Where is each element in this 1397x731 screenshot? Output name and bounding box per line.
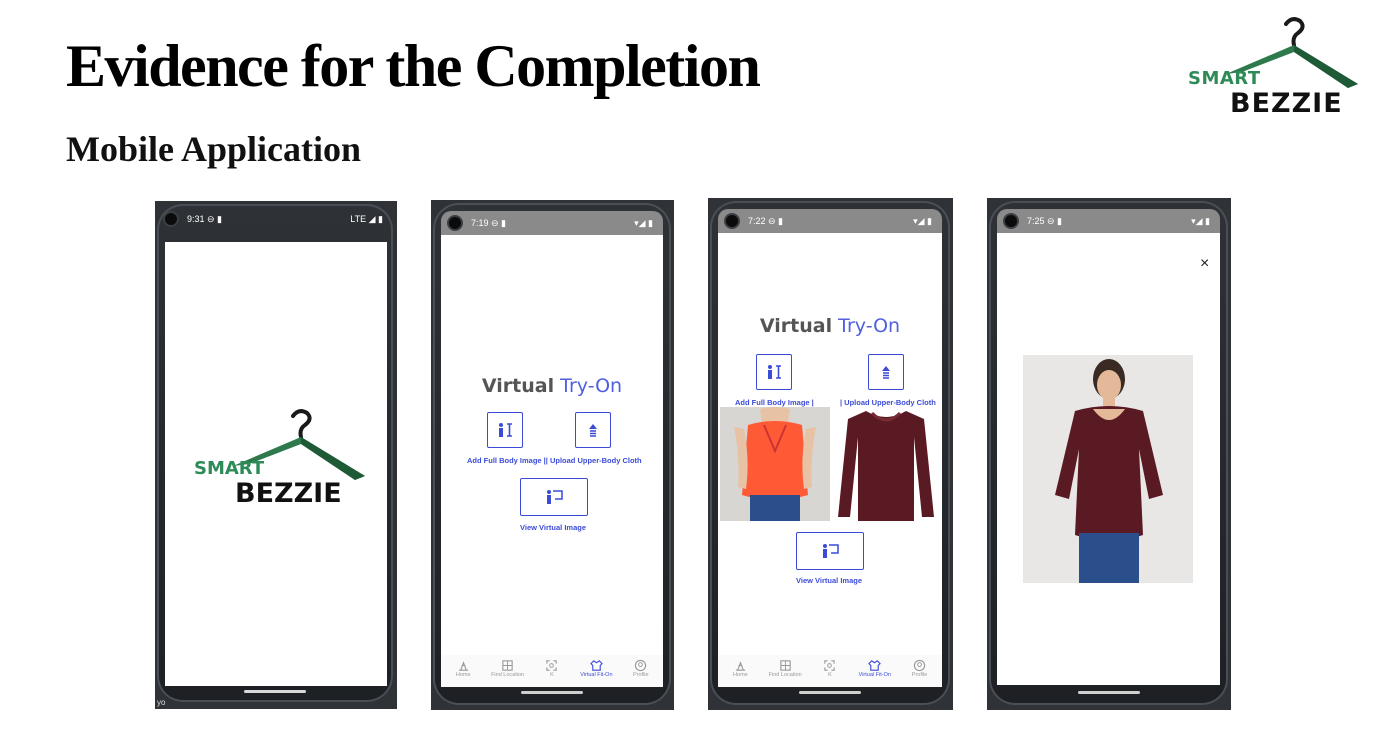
view-virtual-image-button[interactable]	[520, 478, 588, 516]
status-indicators: ▾◢ ▮	[913, 215, 932, 226]
nav-home[interactable]: Home	[721, 659, 759, 678]
profile-icon	[913, 659, 926, 672]
body-icon	[499, 423, 512, 437]
splash-logo-smart: SMART	[194, 458, 265, 479]
status-time: 7:19 ⊖ ▮	[471, 217, 507, 228]
home-icon	[735, 661, 746, 671]
bottom-nav: Home Find Location K Virtual Fit-On Prof…	[718, 655, 942, 687]
presenter-icon	[547, 490, 563, 504]
add-body-image-button[interactable]	[756, 354, 792, 390]
nav-virtual-fit-on[interactable]: Virtual Fit-On	[577, 659, 615, 678]
view-virtual-image-label: View Virtual Image	[520, 523, 587, 532]
status-time: 7:25 ⊖ ▮	[1027, 215, 1063, 226]
map-icon	[502, 660, 513, 671]
camera-icon	[163, 211, 179, 227]
camera-icon	[724, 213, 740, 229]
tryon-title: Virtual Try-On	[481, 375, 623, 397]
camera-icon	[1003, 213, 1019, 229]
status-indicators: ▾◢ ▮	[634, 217, 653, 228]
scan-icon	[546, 660, 558, 671]
body-icon	[768, 365, 781, 379]
home-indicator[interactable]	[799, 691, 861, 694]
upload-cloth-button[interactable]	[575, 412, 611, 448]
home-indicator[interactable]	[1078, 691, 1140, 694]
virtual-result-image	[1023, 355, 1193, 583]
nav-virtual-fit-on[interactable]: Virtual Fit-On	[856, 659, 894, 678]
home-indicator[interactable]	[244, 690, 306, 693]
nav-profile[interactable]: Profile	[622, 659, 660, 678]
home-icon	[458, 661, 468, 671]
slide-title: Evidence for the Completion	[66, 33, 761, 99]
status-bar: 7:25 ⊖ ▮ ▾◢ ▮	[997, 209, 1220, 233]
phone-tryon-filled: 7:22 ⊖ ▮ ▾◢ ▮ Virtual Try-On Add Full Bo…	[708, 198, 953, 710]
camera-icon	[447, 215, 463, 231]
footer-text: yo	[157, 698, 166, 707]
upload-cloth-label: | Upload Upper-Body Cloth	[840, 398, 936, 407]
splash-screen: SMART BEZZIE	[165, 242, 387, 686]
map-icon	[779, 660, 791, 671]
nav-find-location[interactable]: Find Location	[766, 659, 804, 678]
phone-result: 7:25 ⊖ ▮ ▾◢ ▮ ×	[987, 198, 1231, 710]
tryon-screen: Virtual Try-On Add Full Body Image | | U…	[718, 233, 942, 687]
logo-smart: SMART	[1188, 68, 1261, 89]
tryon-screen: Virtual Try-On Add Full Body Image || Up…	[441, 235, 663, 687]
tryon-title: Virtual Try-On	[759, 315, 901, 337]
view-virtual-image-button[interactable]	[796, 532, 864, 570]
body-image	[720, 407, 830, 521]
status-indicators: LTE ◢ ▮	[350, 213, 383, 224]
cloth-image	[836, 407, 936, 521]
status-time: 7:22 ⊖ ▮	[748, 215, 784, 226]
bottom-nav: Home Find Location K Virtual Fit-On Prof…	[441, 655, 663, 687]
upload-icon	[589, 424, 597, 437]
close-icon[interactable]: ×	[1200, 255, 1209, 273]
status-bar: 9:31 ⊖ ▮ LTE ◢ ▮	[157, 204, 393, 234]
logo-bezzie: BEZZIE	[1230, 88, 1343, 119]
nav-find-location[interactable]: Find Location	[489, 659, 527, 678]
splash-logo-bezzie: BEZZIE	[235, 478, 342, 509]
status-time: 9:31 ⊖ ▮	[187, 213, 223, 224]
nav-scan[interactable]: K	[533, 659, 571, 678]
nav-scan[interactable]: K	[811, 659, 849, 678]
status-bar: 7:22 ⊖ ▮ ▾◢ ▮	[718, 209, 942, 233]
phone-splash: 9:31 ⊖ ▮ LTE ◢ ▮ SMART BEZZIE yo	[155, 201, 397, 709]
shirt-icon	[868, 660, 882, 671]
status-indicators: ▾◢ ▮	[1191, 215, 1210, 226]
add-body-image-button[interactable]	[487, 412, 523, 448]
presenter-icon	[823, 544, 839, 558]
phone-tryon-empty: 7:19 ⊖ ▮ ▾◢ ▮ Virtual Try-On Add Full Bo…	[431, 200, 674, 710]
result-screen: ×	[997, 233, 1220, 685]
slide-subtitle: Mobile Application	[66, 129, 362, 169]
upload-cloth-button[interactable]	[868, 354, 904, 390]
profile-icon	[635, 659, 647, 672]
brand-logo: SMART BEZZIE	[1182, 14, 1362, 119]
nav-profile[interactable]: Profile	[901, 659, 939, 678]
view-virtual-image-label: View Virtual Image	[796, 576, 863, 585]
upload-icon	[882, 366, 890, 379]
home-indicator[interactable]	[521, 691, 583, 694]
shirt-icon	[590, 660, 603, 671]
scan-icon	[824, 660, 836, 671]
add-upload-caption: Add Full Body Image || Upload Upper-Body…	[467, 456, 642, 465]
add-body-image-label: Add Full Body Image |	[735, 398, 814, 407]
status-bar: 7:19 ⊖ ▮ ▾◢ ▮	[441, 211, 663, 235]
nav-home[interactable]: Home	[444, 659, 482, 678]
